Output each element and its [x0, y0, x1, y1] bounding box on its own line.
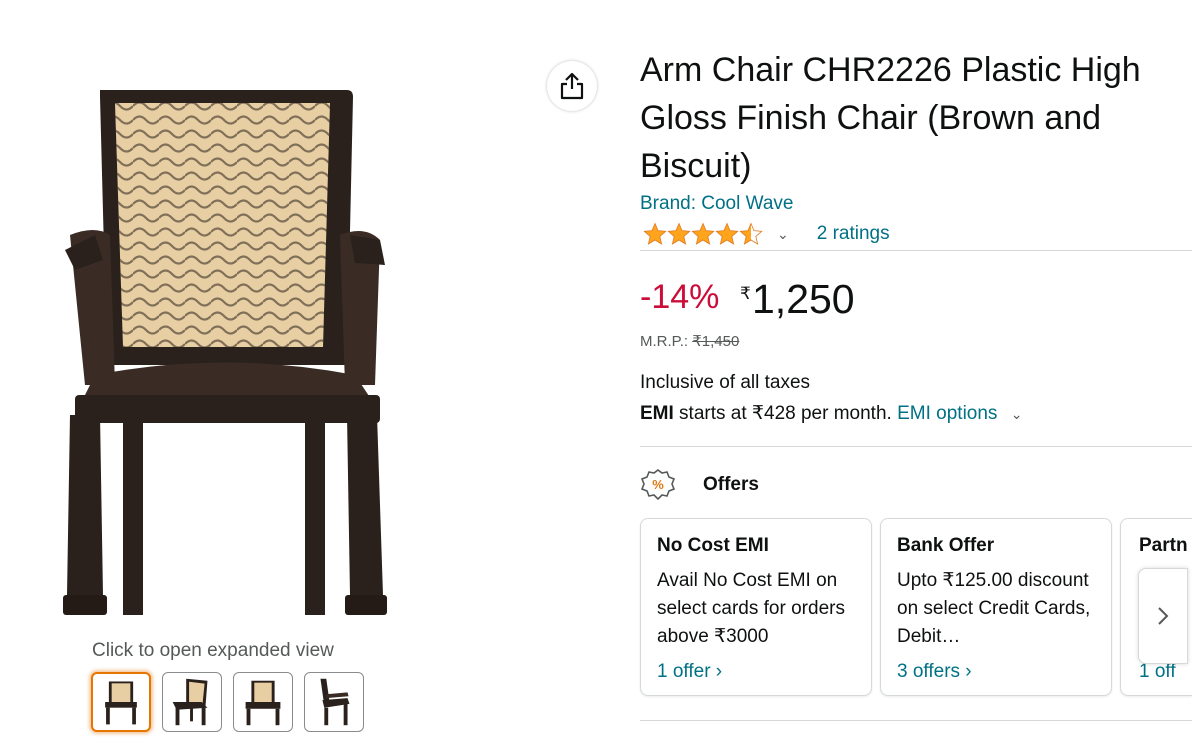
emi-row: EMI starts at ₹428 per month. EMI option…	[640, 402, 1022, 425]
offer-title: Bank Offer	[897, 535, 995, 556]
emi-label: EMI	[640, 403, 674, 424]
chair-thumb-icon	[320, 678, 350, 726]
chair-thumb-icon	[245, 680, 281, 726]
star-full-icon	[667, 222, 691, 245]
offer-link[interactable]: 1 off	[1139, 661, 1176, 683]
chevron-right-icon	[1158, 607, 1169, 625]
star-full-icon	[643, 222, 667, 245]
tax-info: Inclusive of all taxes	[640, 372, 811, 393]
share-button[interactable]	[547, 61, 597, 111]
offer-description: Upto ₹125.00 discount on select Credit C…	[897, 570, 1091, 647]
emi-text: starts at ₹428 per month.	[673, 403, 898, 424]
emi-options-link[interactable]: EMI options	[897, 403, 997, 424]
star-full-icon	[715, 222, 739, 245]
offers-heading: Offers	[703, 474, 759, 495]
offer-link[interactable]: 3 offers ›	[897, 661, 972, 683]
share-icon	[560, 72, 584, 100]
brand-link[interactable]: Brand: Cool Wave	[640, 193, 793, 215]
divider	[640, 720, 1192, 721]
offer-badge-icon: %	[640, 469, 676, 501]
svg-text:%: %	[652, 477, 664, 492]
thumbnail-angle[interactable]	[162, 672, 222, 732]
offer-link[interactable]: 1 offer ›	[657, 661, 722, 683]
carousel-next-button[interactable]	[1138, 568, 1188, 664]
chair-image	[63, 90, 387, 615]
product-title: Arm Chair CHR2226 Plastic High Gloss Fin…	[640, 51, 1141, 185]
rating-row: ⌄ 2 ratings	[643, 220, 890, 248]
thumbnail-front[interactable]	[91, 672, 151, 732]
main-product-image[interactable]	[55, 85, 395, 625]
expand-view-hint: Click to open expanded view	[92, 640, 334, 661]
discount-percent: -14%	[640, 278, 720, 316]
offer-card-bank-offer[interactable]: Bank Offer Upto ₹125.00 discount on sele…	[880, 518, 1112, 696]
price-value: 1,250	[752, 276, 855, 322]
star-rating[interactable]	[643, 222, 763, 246]
thumbnail-front-2[interactable]	[233, 672, 293, 732]
rating-chevron-down-icon[interactable]: ⌄	[777, 226, 789, 243]
mrp-label: M.R.P.:	[640, 333, 693, 350]
chair-thumb-icon	[172, 678, 208, 726]
chair-thumb-icon	[105, 681, 137, 725]
mrp-value: ₹1,450	[692, 333, 740, 350]
mrp-row: M.R.P.: ₹1,450	[640, 332, 739, 350]
thumbnail-side[interactable]	[304, 672, 364, 732]
currency-symbol: ₹	[740, 284, 751, 303]
offer-description: Avail No Cost EMI on select cards for or…	[657, 570, 845, 647]
divider	[640, 446, 1192, 447]
star-half-icon	[739, 222, 763, 245]
divider	[640, 250, 1192, 251]
star-full-icon	[691, 222, 715, 245]
offer-title: Partn	[1139, 535, 1188, 556]
ratings-count-link[interactable]: 2 ratings	[817, 223, 890, 245]
emi-chevron-down-icon[interactable]: ⌄	[1011, 406, 1023, 422]
offer-card-no-cost-emi[interactable]: No Cost EMI Avail No Cost EMI on select …	[640, 518, 872, 696]
offer-title: No Cost EMI	[657, 535, 769, 556]
